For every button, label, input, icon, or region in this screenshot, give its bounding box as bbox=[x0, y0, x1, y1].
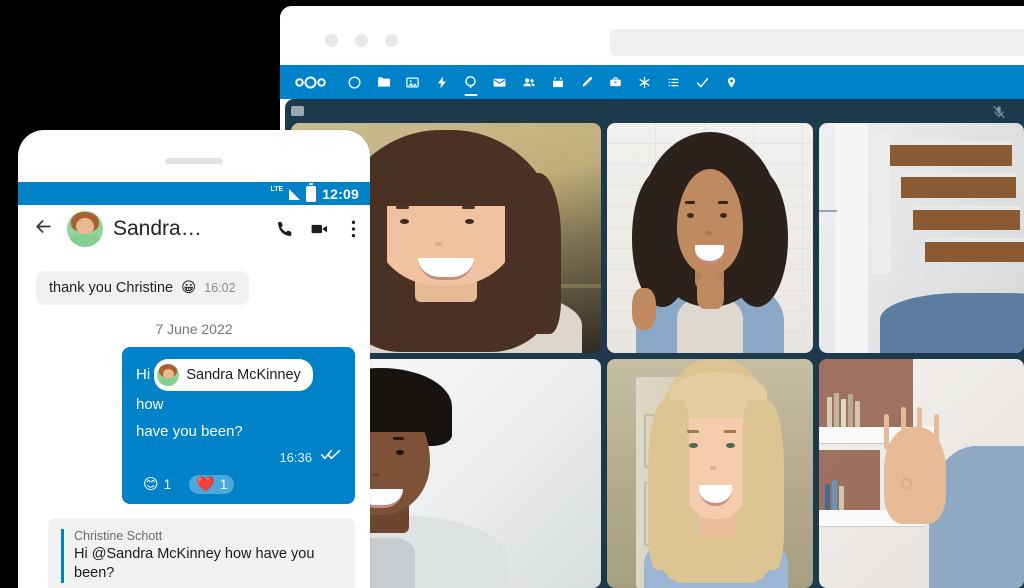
bubble-suffix-text: how bbox=[136, 396, 164, 413]
bubble-meta: 16:36 bbox=[136, 448, 341, 466]
nav-item-notes[interactable] bbox=[572, 65, 601, 99]
message-bubble-outgoing[interactable]: Hi Sandra McKinney how have you been? 16… bbox=[122, 347, 355, 504]
reaction-emoji: ❤️ bbox=[196, 476, 215, 493]
mention-chip[interactable]: Sandra McKinney bbox=[154, 359, 313, 391]
video-call-container bbox=[285, 99, 1024, 588]
chat-contact-name: Sandra… bbox=[113, 217, 202, 240]
nav-item-activity[interactable] bbox=[427, 65, 456, 99]
participant-tile[interactable] bbox=[818, 123, 1024, 353]
nav-item-collectives[interactable] bbox=[630, 65, 659, 99]
chat-message-list: thank you Christine 😀 16:02 7 June 2022 … bbox=[18, 253, 370, 588]
message-timestamp: 16:02 bbox=[204, 281, 236, 295]
participant-tile[interactable] bbox=[607, 358, 813, 588]
nav-item-talk[interactable] bbox=[456, 65, 485, 99]
window-controls bbox=[325, 34, 398, 47]
signal-icon bbox=[289, 189, 301, 200]
nav-item-dashboard[interactable] bbox=[340, 65, 369, 99]
nextcloud-navigation-bar bbox=[280, 65, 1024, 99]
quote-author: Christine Schott bbox=[74, 529, 163, 543]
quoted-message: Christine Schott Hi @Sandra McKinney how… bbox=[61, 529, 342, 583]
sidebar-toggle-button[interactable] bbox=[291, 106, 304, 116]
message-emoji: 😀 bbox=[181, 280, 197, 296]
phone-mockup: LTE 12:09 Sandra… thank you Christine 😀 … bbox=[18, 130, 370, 588]
bubble-prefix-text: Hi bbox=[136, 365, 151, 383]
video-camera-icon[interactable] bbox=[302, 209, 336, 249]
nav-item-photos[interactable] bbox=[398, 65, 427, 99]
message-bubble-quote[interactable]: Christine Schott Hi @Sandra McKinney how… bbox=[48, 518, 355, 588]
browser-window bbox=[280, 6, 1024, 588]
message-bubble-incoming[interactable]: thank you Christine 😀 16:02 bbox=[36, 271, 249, 305]
nav-item-contacts[interactable] bbox=[514, 65, 543, 99]
nav-item-mail[interactable] bbox=[485, 65, 514, 99]
battery-icon bbox=[306, 185, 317, 202]
phone-icon[interactable] bbox=[268, 209, 302, 249]
reaction-chip[interactable]: 😊 1 bbox=[136, 475, 178, 494]
reaction-chip[interactable]: ❤️ 1 bbox=[189, 475, 235, 494]
more-vertical-icon[interactable] bbox=[336, 209, 370, 249]
back-arrow-icon[interactable] bbox=[32, 217, 55, 241]
reaction-count: 1 bbox=[163, 477, 172, 492]
mention-avatar bbox=[157, 364, 180, 386]
close-button[interactable] bbox=[325, 34, 338, 47]
status-bar-clock: 12:09 bbox=[322, 185, 359, 202]
nav-item-files[interactable] bbox=[369, 65, 398, 99]
double-check-icon bbox=[320, 448, 341, 466]
nav-item-calendar[interactable] bbox=[543, 65, 572, 99]
reaction-list: 😊 1 ❤️ 1 bbox=[136, 475, 341, 494]
phone-status-bar: LTE 12:09 bbox=[18, 182, 370, 205]
app-launcher-icons bbox=[340, 65, 746, 99]
participant-tile[interactable] bbox=[818, 358, 1024, 588]
chat-app-bar: Sandra… bbox=[18, 205, 370, 254]
mention-name: Sandra McKinney bbox=[186, 367, 301, 383]
maximize-button[interactable] bbox=[385, 34, 398, 47]
participant-video-grid bbox=[285, 123, 1024, 588]
call-top-bar bbox=[285, 99, 1024, 123]
message-timestamp: 16:36 bbox=[279, 449, 312, 465]
date-separator: 7 June 2022 bbox=[155, 321, 233, 337]
nav-item-deck[interactable] bbox=[601, 65, 630, 99]
reaction-count: 1 bbox=[219, 477, 228, 492]
network-type-label: LTE bbox=[270, 186, 284, 193]
bubble-second-line: have you been? bbox=[136, 423, 243, 440]
mention-row: Hi Sandra McKinney how bbox=[136, 359, 341, 419]
address-bar[interactable] bbox=[610, 29, 1024, 56]
microphone-off-icon[interactable] bbox=[991, 104, 1007, 120]
nav-item-tasks[interactable] bbox=[688, 65, 717, 99]
minimize-button[interactable] bbox=[355, 34, 368, 47]
browser-chrome bbox=[280, 6, 1024, 65]
quote-text: Hi @Sandra McKinney how have you been? bbox=[74, 546, 315, 581]
phone-speaker-grille bbox=[165, 158, 223, 164]
message-text: thank you Christine bbox=[49, 280, 174, 296]
nextcloud-logo-icon[interactable] bbox=[295, 76, 326, 89]
nav-item-tables[interactable] bbox=[659, 65, 688, 99]
reaction-emoji: 😊 bbox=[143, 476, 159, 493]
nav-item-maps[interactable] bbox=[717, 65, 746, 99]
avatar[interactable] bbox=[67, 211, 103, 247]
participant-tile[interactable] bbox=[607, 123, 813, 353]
